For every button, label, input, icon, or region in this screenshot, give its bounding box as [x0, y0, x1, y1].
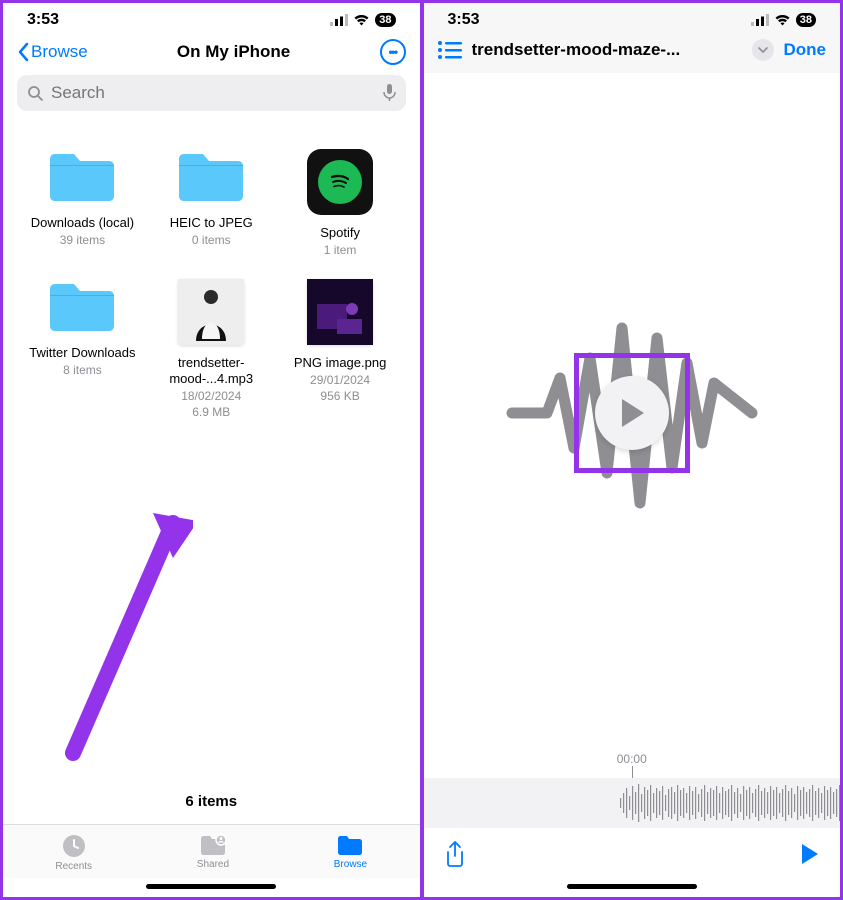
folder-twitter[interactable]: Twitter Downloads 8 items — [23, 279, 142, 421]
done-button[interactable]: Done — [784, 40, 827, 60]
ellipsis-icon: ••• — [388, 45, 396, 59]
item-sub: 0 items — [192, 233, 231, 249]
search-input[interactable] — [51, 83, 375, 103]
item-label: PNG image.png — [294, 355, 387, 371]
chevron-left-icon — [17, 42, 29, 62]
item-label: trendsetter-mood-...4.mp3 — [156, 355, 266, 388]
audio-player-screen: 3:53 38 trendsetter-mood-maze-... Done 0… — [424, 3, 841, 897]
folder-downloads[interactable]: Downloads (local) 39 items — [23, 149, 142, 259]
mic-icon[interactable] — [383, 84, 396, 102]
battery-badge: 38 — [796, 13, 816, 27]
home-indicator[interactable] — [567, 884, 697, 889]
folder-icon — [46, 279, 118, 335]
search-field[interactable] — [17, 75, 406, 111]
status-bar: 3:53 38 — [424, 3, 841, 33]
play-icon — [618, 397, 646, 429]
tab-shared[interactable]: Shared — [197, 833, 229, 872]
tab-browse[interactable]: Browse — [334, 833, 367, 872]
file-png[interactable]: PNG image.png 29/01/2024 956 KB — [281, 279, 400, 421]
status-bar: 3:53 38 — [3, 3, 420, 33]
item-size: 6.9 MB — [192, 405, 230, 421]
play-button-small[interactable] — [800, 842, 820, 866]
time-label: 3:53 — [27, 11, 59, 29]
item-sub: 8 items — [63, 363, 102, 379]
folder-icon — [46, 149, 118, 205]
item-sub: 1 item — [324, 243, 357, 259]
files-app-screen: 3:53 38 Browse On My iPhone ••• Download… — [3, 3, 420, 897]
item-date: 29/01/2024 — [310, 373, 370, 389]
bottom-controls — [424, 828, 841, 878]
item-count: 6 items — [3, 783, 420, 824]
item-sub: 39 items — [60, 233, 105, 249]
scrubber[interactable] — [424, 778, 841, 828]
image-thumbnail — [307, 279, 373, 345]
spotify-icon — [307, 149, 373, 215]
back-button[interactable]: Browse — [17, 42, 88, 62]
list-icon[interactable] — [438, 41, 462, 59]
home-indicator[interactable] — [146, 884, 276, 889]
file-mp3[interactable]: trendsetter-mood-...4.mp3 18/02/2024 6.9… — [152, 279, 271, 421]
file-grid: Downloads (local) 39 items HEIC to JPEG … — [3, 119, 420, 451]
play-button[interactable] — [595, 376, 669, 450]
item-label: Downloads (local) — [31, 215, 134, 231]
file-title: trendsetter-mood-maze-... — [472, 40, 744, 60]
time-label: 3:53 — [448, 11, 480, 29]
wifi-icon — [774, 14, 791, 26]
cellular-icon — [751, 14, 769, 26]
item-label: HEIC to JPEG — [170, 215, 253, 231]
item-label: Twitter Downloads — [29, 345, 135, 361]
folder-spotify[interactable]: Spotify 1 item — [281, 149, 400, 259]
more-button[interactable]: ••• — [380, 39, 406, 65]
tab-bar: Recents Shared Browse — [3, 824, 420, 878]
tab-label: Shared — [197, 859, 229, 870]
chevron-down-icon — [758, 47, 768, 53]
wifi-icon — [353, 14, 370, 26]
item-label: Spotify — [320, 225, 360, 241]
tab-recents[interactable]: Recents — [55, 833, 92, 872]
clock-icon — [61, 833, 87, 859]
share-button[interactable] — [444, 840, 466, 868]
folder-icon — [175, 149, 247, 205]
item-size: 956 KB — [320, 389, 359, 405]
battery-badge: 38 — [375, 13, 395, 27]
audio-thumbnail — [178, 279, 244, 345]
tab-label: Browse — [334, 859, 367, 870]
item-date: 18/02/2024 — [181, 389, 241, 405]
shared-folder-icon — [199, 833, 227, 857]
timeline: 00:00 — [424, 752, 841, 828]
back-label: Browse — [31, 42, 88, 62]
waveform-area — [424, 73, 841, 752]
nav-bar: Browse On My iPhone ••• — [3, 33, 420, 75]
tab-label: Recents — [55, 861, 92, 872]
cellular-icon — [330, 14, 348, 26]
page-title: On My iPhone — [177, 42, 290, 62]
folder-heic[interactable]: HEIC to JPEG 0 items — [152, 149, 271, 259]
dropdown-button[interactable] — [752, 39, 774, 61]
search-icon — [27, 85, 43, 101]
audio-nav-bar: trendsetter-mood-maze-... Done — [424, 33, 841, 73]
folder-icon — [336, 833, 364, 857]
